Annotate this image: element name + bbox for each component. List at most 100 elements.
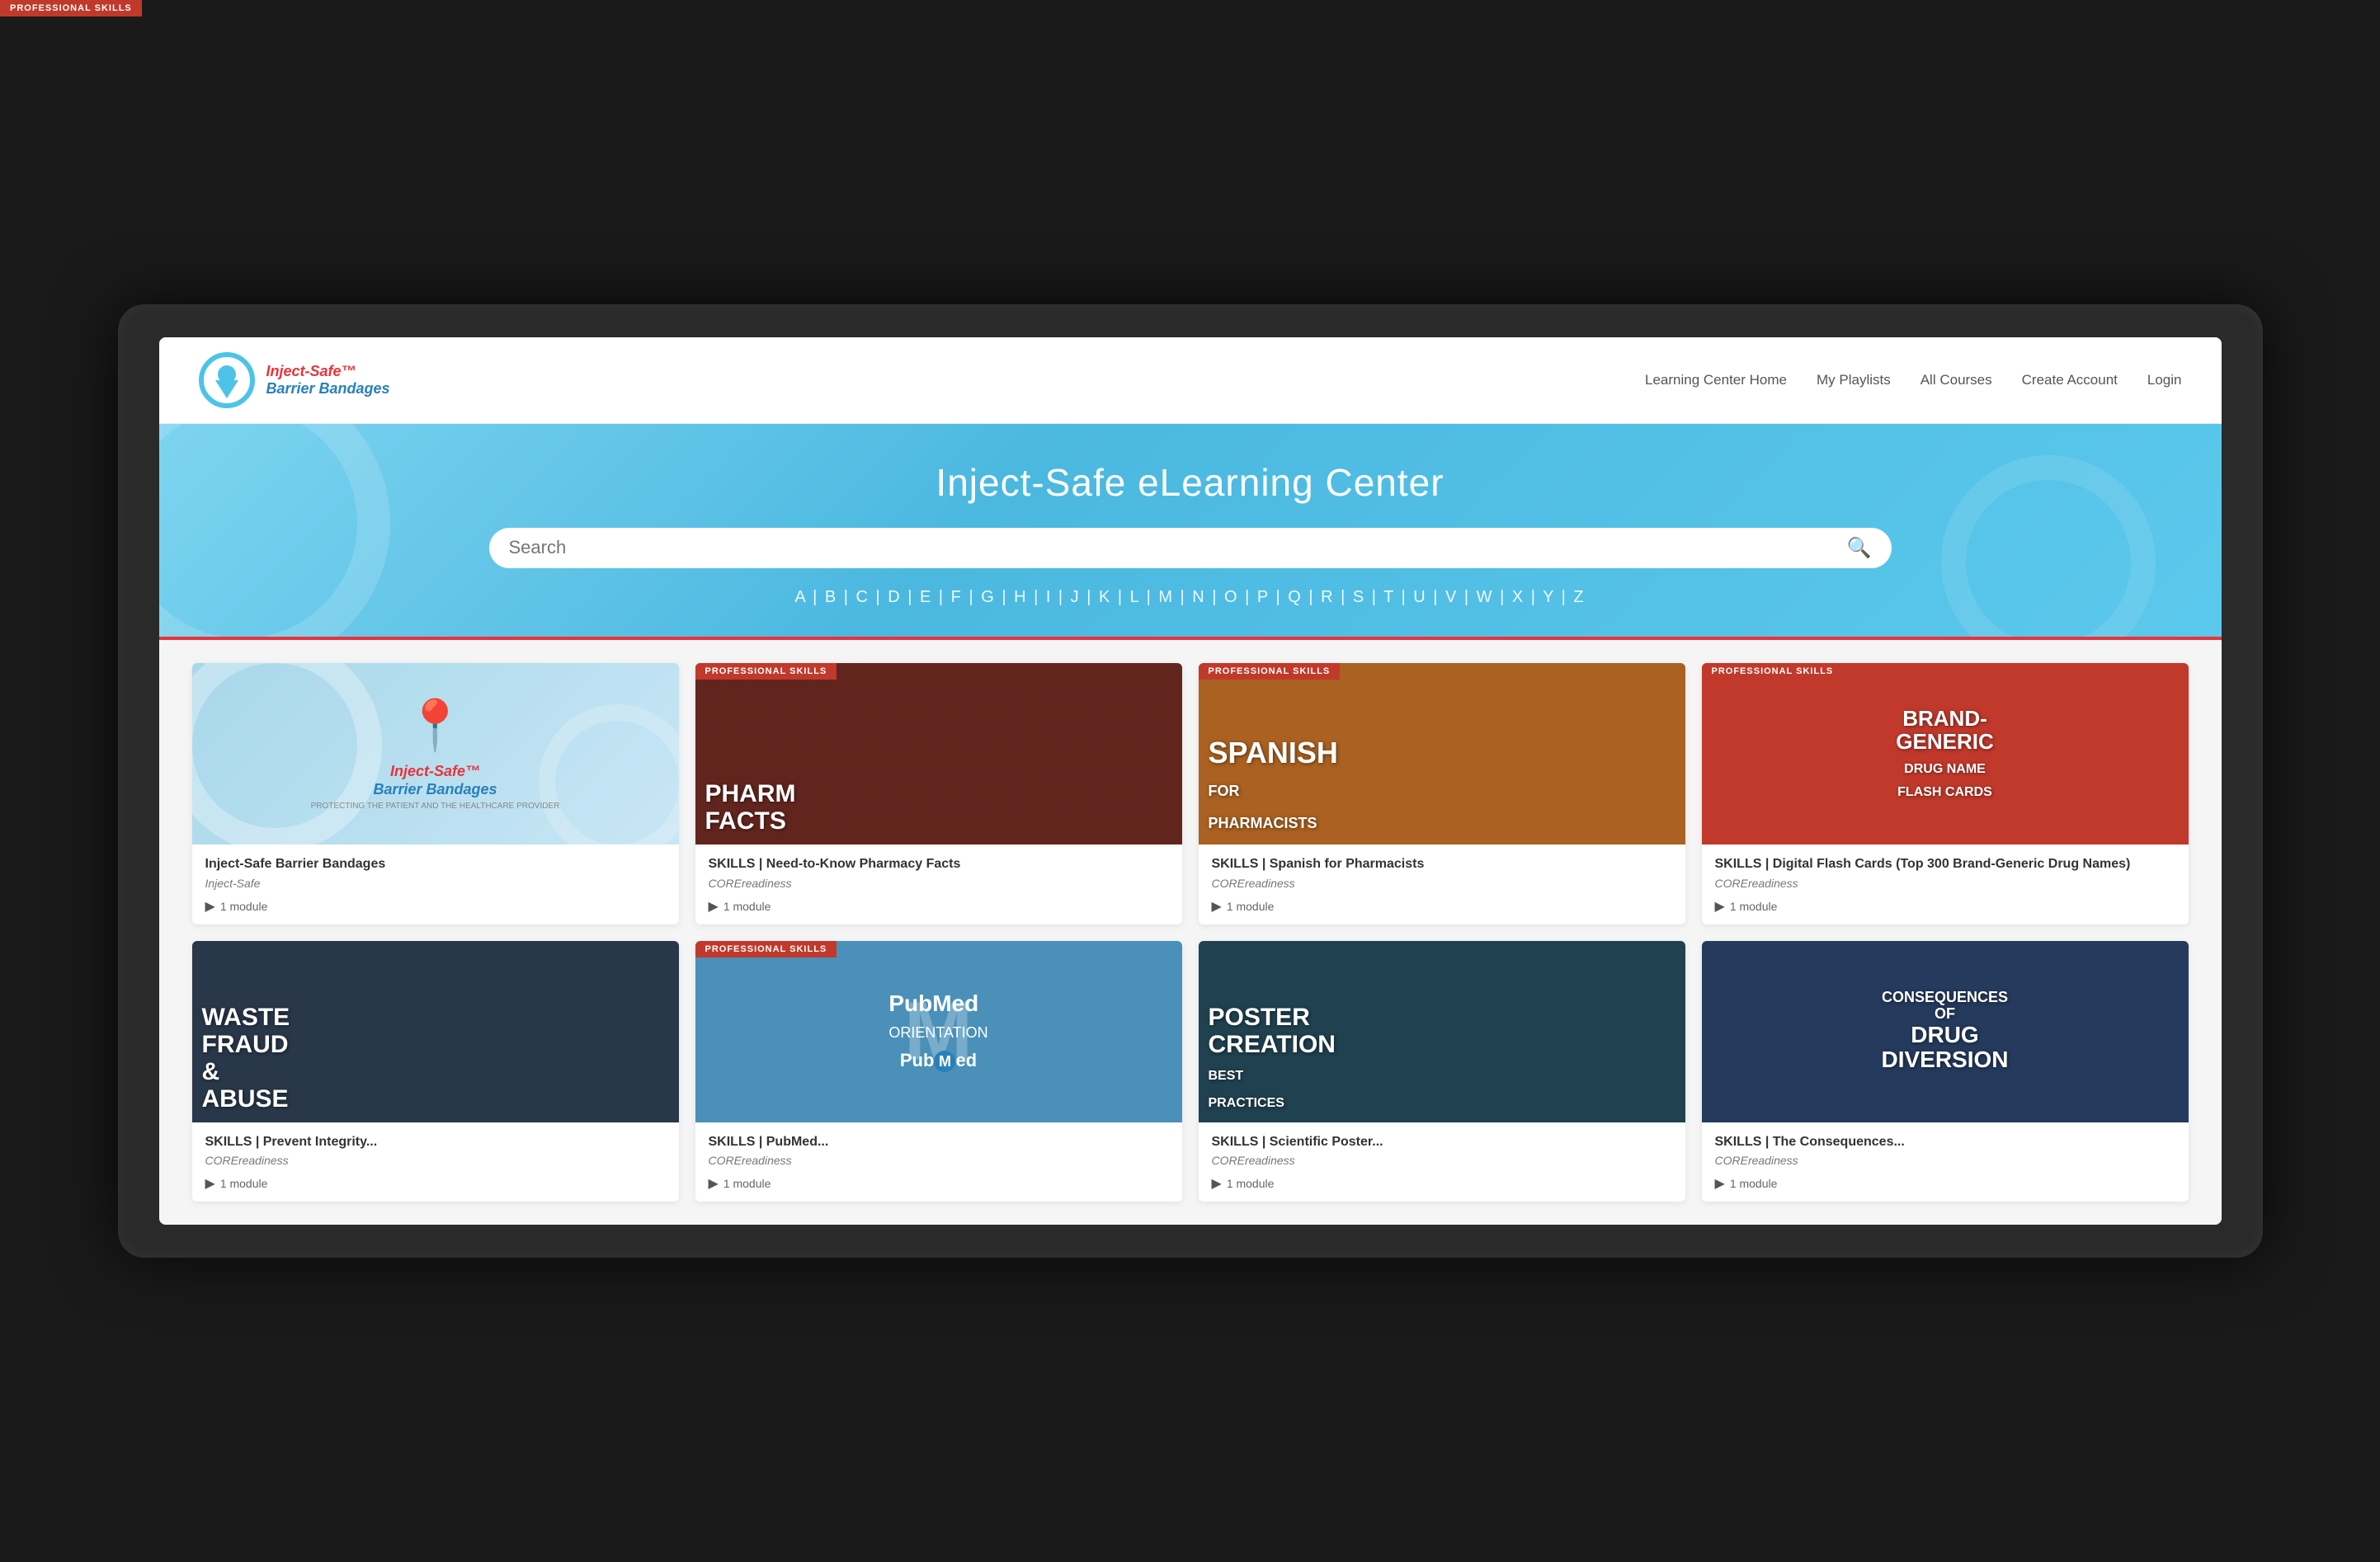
- card-modules: ▶ 1 module: [1715, 898, 2175, 915]
- card-title: SKILLS | Prevent Integrity...: [205, 1134, 666, 1151]
- card-info-spanish: SKILLS | Spanish for Pharmacists CORErea…: [1199, 845, 1685, 924]
- course-card-inject-safe[interactable]: 📍 Inject-Safe™ Barrier Bandages Protecti…: [192, 663, 679, 924]
- course-card-waste-fraud[interactable]: PROFESSIONAL SKILLS WASTEFRAUD&ABUSE SKI…: [192, 941, 679, 1202]
- card-info-inject: Inject-Safe Barrier Bandages Inject-Safe…: [192, 845, 679, 924]
- card-modules: ▶ 1 module: [1212, 1175, 1672, 1192]
- card-author: COREreadiness: [1715, 1154, 2175, 1167]
- course-card-poster[interactable]: PROFESSIONAL SKILLS POSTERCREATIONBESTPR…: [1199, 941, 1685, 1202]
- thumb-brand-bottom: Barrier Bandages: [373, 781, 497, 798]
- module-count: 1 module: [723, 1177, 771, 1190]
- play-icon: ▶: [1212, 1175, 1222, 1192]
- card-author: Inject-Safe: [205, 877, 666, 890]
- thumb-title: POSTERCREATIONBESTPRACTICES: [1209, 1004, 1675, 1113]
- thumb-brand-top: Inject-Safe™: [390, 763, 480, 781]
- nav-create-account[interactable]: Create Account: [2022, 372, 2118, 388]
- thumb-title: PHARMFACTS: [705, 780, 1172, 835]
- thumb-pubmed: PROFESSIONAL SKILLS M PubMedORIENTATION …: [695, 941, 1182, 1122]
- play-icon: ▶: [709, 1175, 719, 1192]
- module-count: 1 module: [1730, 900, 1778, 913]
- nav-login[interactable]: Login: [2147, 372, 2182, 388]
- logo-text: Inject-Safe™ Barrier Bandages: [266, 363, 390, 398]
- card-info-pubmed: SKILLS | PubMed... COREreadiness ▶ 1 mod…: [695, 1122, 1182, 1202]
- thumb-inject: 📍 Inject-Safe™ Barrier Bandages Protecti…: [192, 663, 679, 845]
- course-card-brand-generic[interactable]: PROFESSIONAL SKILLS BRAND-GENERICDRUG NA…: [1702, 663, 2189, 924]
- card-author: COREreadiness: [1715, 877, 2175, 890]
- card-modules: ▶ 1 module: [1212, 898, 1672, 915]
- thumb-tagline: Protecting the Patient and the Healthcar…: [311, 802, 560, 811]
- logo-icon: [199, 352, 255, 408]
- hero-title: Inject-Safe eLearning Center: [199, 460, 2182, 505]
- prof-skills-badge: PROFESSIONAL SKILLS: [1199, 663, 1341, 680]
- thumb-poster: PROFESSIONAL SKILLS POSTERCREATIONBESTPR…: [1199, 941, 1685, 1122]
- prof-skills-badge: PROFESSIONAL SKILLS: [1702, 663, 1844, 680]
- card-author: COREreadiness: [205, 1154, 666, 1167]
- nav-learning-center[interactable]: Learning Center Home: [1645, 372, 1787, 388]
- device-frame: Inject-Safe™ Barrier Bandages Learning C…: [118, 304, 2263, 1259]
- pubmed-title: PubMedORIENTATION: [888, 990, 987, 1043]
- play-icon: ▶: [1715, 1175, 1725, 1192]
- search-bar: 🔍: [489, 528, 1892, 568]
- course-card-pubmed[interactable]: PROFESSIONAL SKILLS M PubMedORIENTATION …: [695, 941, 1182, 1202]
- card-info-drug: SKILLS | The Consequences... COREreadine…: [1702, 1122, 2189, 1202]
- logo-area: Inject-Safe™ Barrier Bandages: [199, 352, 390, 408]
- course-card-drug-diversion[interactable]: PROFESSIONAL SKILLS CONSEQUENCESOFDRUGDI…: [1702, 941, 2189, 1202]
- card-title: SKILLS | Need-to-Know Pharmacy Facts: [709, 856, 1169, 873]
- module-count: 1 module: [1227, 900, 1275, 913]
- module-count: 1 module: [1730, 1177, 1778, 1190]
- thumb-pharm: PROFESSIONAL SKILLS PHARMFACTS: [695, 663, 1182, 845]
- card-author: COREreadiness: [709, 1154, 1169, 1167]
- play-icon: ▶: [205, 898, 215, 915]
- header: Inject-Safe™ Barrier Bandages Learning C…: [159, 337, 2222, 424]
- play-icon: ▶: [1715, 898, 1725, 915]
- card-modules: ▶ 1 module: [709, 1175, 1169, 1192]
- brand-top: Inject-Safe™: [266, 363, 390, 380]
- card-title: SKILLS | PubMed...: [709, 1134, 1169, 1151]
- screen: Inject-Safe™ Barrier Bandages Learning C…: [159, 337, 2222, 1226]
- course-grid: 📍 Inject-Safe™ Barrier Bandages Protecti…: [159, 640, 2222, 1226]
- card-title: Inject-Safe Barrier Bandages: [205, 856, 666, 873]
- pubmed-brand: PubMed: [900, 1050, 977, 1072]
- card-info-brand: SKILLS | Digital Flash Cards (Top 300 Br…: [1702, 845, 2189, 924]
- brand-bottom: Barrier Bandages: [266, 380, 390, 398]
- course-card-pharm-facts[interactable]: PROFESSIONAL SKILLS PHARMFACTS SKILLS | …: [695, 663, 1182, 924]
- thumb-drug: PROFESSIONAL SKILLS CONSEQUENCESOFDRUGDI…: [1702, 941, 2189, 1122]
- module-count: 1 module: [1227, 1177, 1275, 1190]
- search-button[interactable]: 🔍: [1847, 536, 1872, 560]
- nav-my-playlists[interactable]: My Playlists: [1817, 372, 1891, 388]
- card-title: SKILLS | Scientific Poster...: [1212, 1134, 1672, 1151]
- card-author: COREreadiness: [1212, 877, 1672, 890]
- thumb-brand: PROFESSIONAL SKILLS BRAND-GENERICDRUG NA…: [1702, 663, 2189, 845]
- search-input[interactable]: [509, 537, 1847, 558]
- play-icon: ▶: [1212, 898, 1222, 915]
- card-title: SKILLS | The Consequences...: [1715, 1134, 2175, 1151]
- prof-skills-badge: PROFESSIONAL SKILLS: [695, 941, 837, 957]
- card-modules: ▶ 1 module: [709, 898, 1169, 915]
- card-author: COREreadiness: [709, 877, 1169, 890]
- hero-banner: Inject-Safe eLearning Center 🔍 A | B | C…: [159, 424, 2222, 637]
- card-modules: ▶ 1 module: [205, 898, 666, 915]
- card-modules: ▶ 1 module: [1715, 1175, 2175, 1192]
- nav-all-courses[interactable]: All Courses: [1920, 372, 1992, 388]
- play-icon: ▶: [709, 898, 719, 915]
- card-info-waste: SKILLS | Prevent Integrity... COREreadin…: [192, 1122, 679, 1202]
- card-title: SKILLS | Digital Flash Cards (Top 300 Br…: [1715, 856, 2175, 873]
- thumb-title: WASTEFRAUD&ABUSE: [202, 1004, 669, 1113]
- card-info-pharm: SKILLS | Need-to-Know Pharmacy Facts COR…: [695, 845, 1182, 924]
- module-count: 1 module: [220, 1177, 268, 1190]
- thumb-title: CONSEQUENCESOFDRUGDIVERSION: [1881, 990, 2008, 1073]
- prof-skills-badge: PROFESSIONAL SKILLS: [695, 663, 837, 680]
- card-modules: ▶ 1 module: [205, 1175, 666, 1192]
- thumb-waste: PROFESSIONAL SKILLS WASTEFRAUD&ABUSE: [192, 941, 679, 1122]
- nav-links: Learning Center Home My Playlists All Co…: [1645, 372, 2182, 388]
- play-icon: ▶: [205, 1175, 215, 1192]
- card-info-poster: SKILLS | Scientific Poster... COREreadin…: [1199, 1122, 1685, 1202]
- card-title: SKILLS | Spanish for Pharmacists: [1212, 856, 1672, 873]
- module-count: 1 module: [723, 900, 771, 913]
- module-count: 1 module: [220, 900, 268, 913]
- thumb-title: BRAND-GENERICDRUG NAMEFLASH CARDS: [1715, 707, 2175, 801]
- alphabet-nav[interactable]: A | B | C | D | E | F | G | H | I | J | …: [199, 588, 2182, 607]
- course-card-spanish[interactable]: PROFESSIONAL SKILLS SPANISHFORPHARMACIST…: [1199, 663, 1685, 924]
- thumb-title: SPANISHFORPHARMACISTS: [1209, 736, 1675, 835]
- thumb-spanish: PROFESSIONAL SKILLS SPANISHFORPHARMACIST…: [1199, 663, 1685, 845]
- pin-icon: 📍: [404, 696, 466, 755]
